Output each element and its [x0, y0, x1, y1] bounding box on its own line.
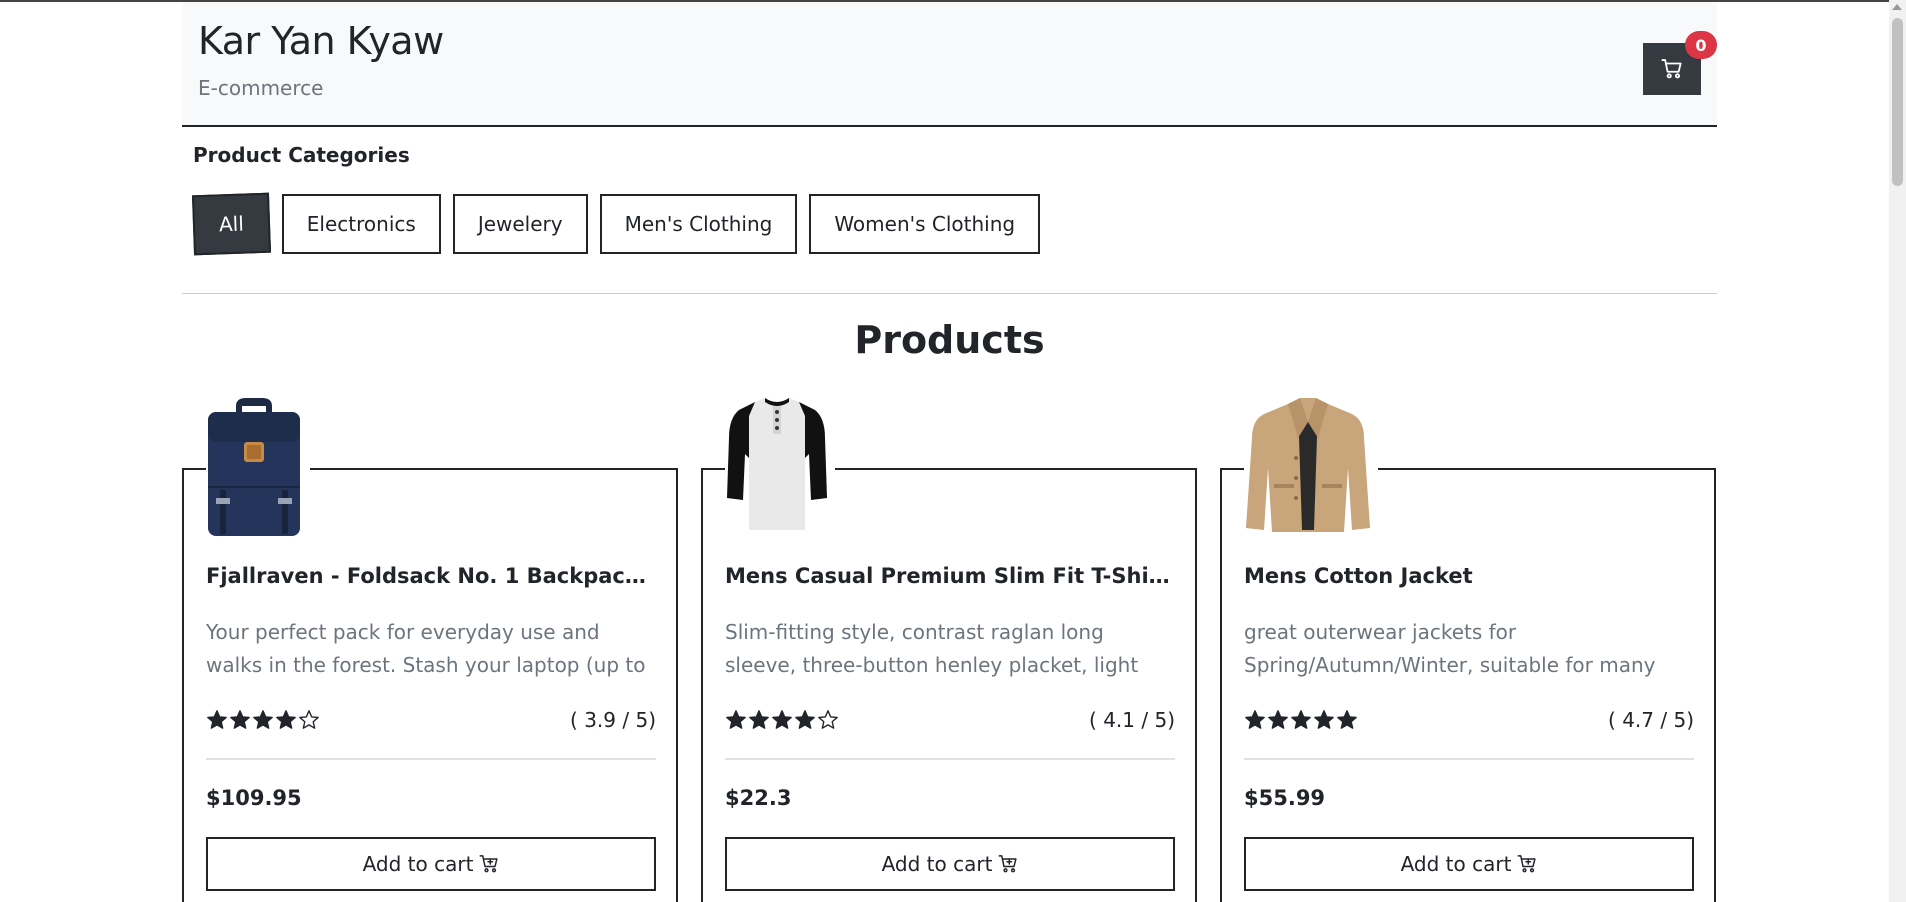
star-filled-icon: [1291, 710, 1311, 729]
cart-plus-icon: [479, 855, 499, 873]
product-card: Fjallraven - Foldsack No. 1 Backpack, Fi…: [182, 398, 678, 902]
categories-section: Product Categories All Electronics Jewel…: [182, 127, 1717, 297]
scroll-up-arrow-icon[interactable]: [1892, 4, 1902, 10]
star-filled-icon: [772, 710, 792, 729]
rating-text: ( 4.7 / 5): [1608, 708, 1694, 732]
star-filled-icon: [1314, 710, 1334, 729]
star-filled-icon: [1268, 710, 1288, 729]
add-to-cart-button[interactable]: Add to cart: [1244, 837, 1694, 891]
section-divider: [182, 293, 1717, 294]
star-filled-icon: [1245, 710, 1265, 729]
star-empty-icon: [818, 710, 838, 729]
product-grid: Fjallraven - Foldsack No. 1 Backpack, Fi…: [182, 396, 1717, 902]
brand-subtitle: E-commerce: [198, 76, 324, 100]
rating-row: ( 4.1 / 5): [725, 708, 1175, 732]
card-divider: [1244, 758, 1694, 760]
category-electronics-button[interactable]: Electronics: [281, 194, 441, 254]
add-to-cart-button[interactable]: Add to cart: [206, 837, 656, 891]
add-to-cart-button[interactable]: Add to cart: [725, 837, 1175, 891]
star-filled-icon: [253, 710, 273, 729]
product-card: Mens Cotton Jacket great outerwear jacke…: [1220, 398, 1716, 902]
add-to-cart-label: Add to cart: [881, 852, 993, 876]
product-image[interactable]: [725, 398, 835, 536]
site-header: Kar Yan Kyaw E-commerce 0: [182, 2, 1717, 127]
category-mens-clothing-button[interactable]: Men's Clothing: [599, 194, 798, 254]
card-divider: [206, 758, 656, 760]
add-to-cart-label: Add to cart: [1400, 852, 1512, 876]
product-card: Mens Casual Premium Slim Fit T-Shirts Sl…: [701, 398, 1197, 902]
product-name[interactable]: Fjallraven - Foldsack No. 1 Backpack, Fi…: [206, 564, 656, 588]
rating-row: ( 4.7 / 5): [1244, 708, 1694, 732]
star-filled-icon: [276, 710, 296, 729]
star-filled-icon: [1337, 710, 1357, 729]
category-all-button[interactable]: All: [191, 192, 271, 256]
star-rating: [725, 709, 839, 731]
product-price: $22.3: [725, 786, 792, 810]
scrollbar-thumb[interactable]: [1892, 18, 1903, 186]
cart-plus-icon: [1517, 855, 1537, 873]
cart-count-badge: 0: [1685, 31, 1717, 59]
product-name[interactable]: Mens Casual Premium Slim Fit T-Shirts: [725, 564, 1175, 588]
product-price: $109.95: [206, 786, 302, 810]
category-womens-clothing-button[interactable]: Women's Clothing: [809, 194, 1041, 254]
category-jewelery-button[interactable]: Jewelery: [452, 194, 588, 254]
rating-row: ( 3.9 / 5): [206, 708, 656, 732]
product-image[interactable]: [1244, 398, 1378, 536]
category-list: All Electronics Jewelery Men's Clothing …: [191, 192, 1041, 256]
star-filled-icon: [795, 710, 815, 729]
card-divider: [725, 758, 1175, 760]
product-name[interactable]: Mens Cotton Jacket: [1244, 564, 1694, 588]
cart-icon: [1661, 59, 1682, 79]
page-container: Kar Yan Kyaw E-commerce 0 Product Catego…: [182, 2, 1717, 297]
star-rating: [206, 709, 320, 731]
backpack-image: [208, 398, 300, 536]
products-heading: Products: [854, 318, 1045, 362]
product-price: $55.99: [1244, 786, 1326, 810]
brand: Kar Yan Kyaw E-commerce: [198, 18, 444, 100]
rating-text: ( 4.1 / 5): [1089, 708, 1175, 732]
product-image[interactable]: [206, 398, 310, 536]
categories-heading: Product Categories: [193, 143, 410, 167]
star-filled-icon: [207, 710, 227, 729]
star-rating: [1244, 709, 1358, 731]
tshirt-image: [727, 398, 827, 530]
star-filled-icon: [230, 710, 250, 729]
jacket-image: [1246, 398, 1370, 532]
brand-title[interactable]: Kar Yan Kyaw: [198, 18, 444, 64]
cart-plus-icon: [998, 855, 1018, 873]
add-to-cart-label: Add to cart: [362, 852, 474, 876]
star-filled-icon: [749, 710, 769, 729]
star-empty-icon: [299, 710, 319, 729]
product-description: Your perfect pack for everyday use and w…: [206, 620, 646, 677]
rating-text: ( 3.9 / 5): [570, 708, 656, 732]
product-description: Slim-fitting style, contrast raglan long…: [725, 620, 1139, 677]
page-scrollbar[interactable]: [1889, 0, 1906, 902]
product-description: great outerwear jackets for Spring/Autum…: [1244, 620, 1656, 677]
star-filled-icon: [726, 710, 746, 729]
